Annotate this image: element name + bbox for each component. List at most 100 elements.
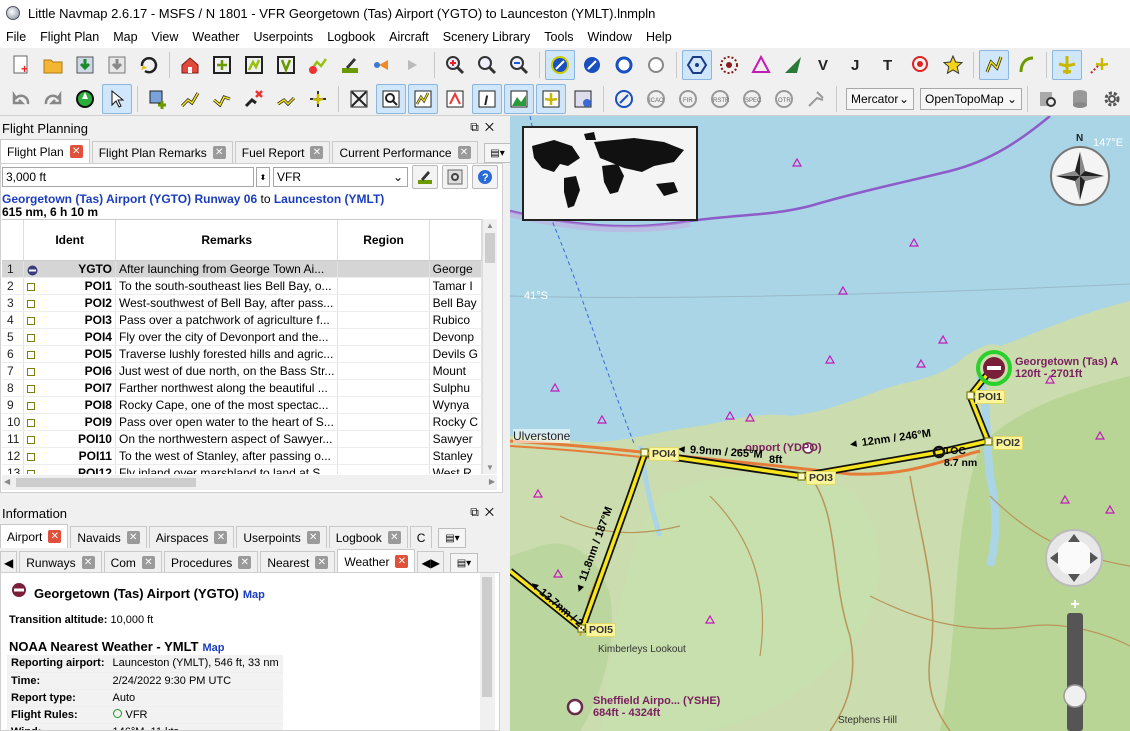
scrollbar-thumb[interactable] (482, 577, 492, 697)
column-header-remarks[interactable]: Remarks (115, 220, 339, 261)
show-ndb-icon[interactable] (714, 50, 744, 80)
show-airspaces-icon[interactable] (609, 84, 639, 114)
zoom-out-icon[interactable] (472, 50, 502, 80)
close-tab-icon[interactable]: ✕ (141, 556, 155, 569)
table-row[interactable]: 1 YGTO After launching from George Town Ai… (2, 260, 482, 278)
reload-icon[interactable] (134, 50, 164, 80)
airspace-other-icon[interactable]: OTR (769, 84, 799, 114)
show-missed-approach-icon[interactable] (1011, 50, 1041, 80)
airport-map-link[interactable]: Map (243, 589, 265, 601)
database-icon[interactable] (1065, 84, 1095, 114)
table-row[interactable]: 4 POI3 Pass over a patchwork of agricultur… (2, 311, 482, 329)
leg-down-icon[interactable] (207, 84, 237, 114)
compass-rose[interactable] (1050, 146, 1110, 206)
tab-menu-icon[interactable]: ▤▾ (483, 143, 512, 163)
show-aircraft-trail-icon[interactable] (1084, 50, 1114, 80)
save-as-icon[interactable] (102, 50, 132, 80)
back-icon[interactable] (367, 50, 397, 80)
menu-scenery-library[interactable]: Scenery Library (437, 30, 539, 44)
search-database-icon[interactable] (1033, 84, 1063, 114)
close-tab-icon[interactable]: ✕ (69, 145, 83, 158)
leg-up-icon[interactable] (175, 84, 205, 114)
table-row[interactable]: 9 POI8 Rocky Cape, one of the most spectac… (2, 396, 482, 414)
scrollbar-thumb[interactable] (485, 233, 495, 263)
menu-window[interactable]: Window (581, 30, 639, 44)
flight-plan-horizontal-scrollbar[interactable]: ◀ ▶ (2, 475, 497, 490)
open-folder-icon[interactable] (38, 50, 68, 80)
subtab-nav-arrows[interactable]: ◀▶ (417, 551, 444, 573)
table-row[interactable]: 10 POI9 Pass over open water to the heart … (2, 413, 482, 431)
airspace-fir-icon[interactable]: FIR (673, 84, 703, 114)
calc-route-icon[interactable] (271, 50, 301, 80)
close-tab-icon[interactable]: ✕ (81, 556, 95, 569)
close-tab-icon[interactable]: ✕ (457, 146, 471, 159)
information-dock-icon[interactable]: I (472, 83, 502, 114)
table-row[interactable]: 2 POI1 To the south-southeast lies Bell Ba… (2, 277, 482, 295)
flight-plan-vertical-scrollbar[interactable]: ▲ ▼ (482, 219, 497, 474)
show-addon-airports-icon[interactable] (641, 50, 671, 80)
add-waypoint-icon[interactable] (207, 50, 237, 80)
close-tab-icon[interactable]: ✕ (387, 531, 401, 544)
flight-rule-select[interactable]: VFR ⌄ (273, 167, 408, 187)
route-icon[interactable] (239, 50, 269, 80)
tab-airspaces[interactable]: Airspaces ✕ (148, 526, 235, 548)
gear-icon[interactable] (1097, 84, 1127, 114)
insert-waypoint-icon[interactable] (143, 84, 173, 114)
aircraft-dock-icon[interactable] (536, 83, 566, 114)
show-airports-icon[interactable] (545, 50, 575, 80)
menu-aircraft[interactable]: Aircraft (383, 30, 437, 44)
world-overview-map[interactable] (522, 126, 698, 221)
show-ils-icon[interactable] (778, 50, 808, 80)
close-tab-icon[interactable]: ✕ (214, 531, 228, 544)
menu-logbook[interactable]: Logbook (321, 30, 383, 44)
show-victor-airways-icon[interactable]: V (810, 50, 840, 80)
table-row[interactable]: 8 POI7 Farther northwest along the beautif… (2, 379, 482, 397)
tab-runways[interactable]: Runways ✕ (19, 551, 102, 573)
tab-airport[interactable]: Airport ✕ (0, 524, 69, 548)
zoom-fit-icon[interactable] (504, 50, 534, 80)
projection-select[interactable]: Mercator ⌄ (846, 87, 914, 110)
close-tab-icon[interactable]: ✕ (48, 530, 62, 543)
show-aircraft-icon[interactable] (1052, 50, 1082, 80)
zoom-in-icon[interactable] (440, 50, 470, 80)
table-row[interactable]: 3 POI2 West-southwest of Bell Bay, after p… (2, 294, 482, 312)
table-row[interactable]: 13 POI12 Fly inland over marshland to land… (2, 464, 482, 474)
plan-settings-icon[interactable] (442, 165, 468, 189)
delete-leg-icon[interactable] (239, 84, 269, 114)
airspace-icao-icon[interactable]: ICAO (641, 84, 671, 114)
airspace-altitude-icon[interactable] (801, 84, 831, 114)
fullscreen-icon[interactable] (344, 84, 374, 114)
direct-to-icon[interactable] (271, 84, 301, 114)
show-flight-plan-icon[interactable] (979, 50, 1009, 80)
close-tab-icon[interactable]: ✕ (315, 556, 329, 569)
search-icon[interactable] (376, 83, 406, 114)
show-jet-airways-icon[interactable]: J (842, 50, 872, 80)
tab-menu-icon[interactable]: ▤▾ (449, 553, 478, 573)
edit-altitude-icon[interactable] (412, 165, 438, 189)
tab-flight-plan[interactable]: Flight Plan ✕ (0, 139, 90, 163)
tab-userpoints[interactable]: Userpoints ✕ (236, 526, 327, 548)
column-header-region[interactable]: Region (337, 220, 430, 261)
column-header-ident[interactable]: Ident (23, 220, 116, 261)
close-tab-icon[interactable]: ✕ (126, 531, 140, 544)
calculate-icon[interactable] (440, 84, 470, 114)
forward-icon[interactable] (399, 50, 429, 80)
menu-weather[interactable]: Weather (186, 30, 247, 44)
column-header-name[interactable] (429, 220, 482, 261)
table-row[interactable]: 11 POI10 On the northwestern aspect of Saw… (2, 430, 482, 448)
dock-window-buttons[interactable]: ⧉✕ (470, 505, 500, 520)
tab-navaids[interactable]: Navaids ✕ (70, 526, 147, 548)
scrollbar-thumb[interactable] (16, 478, 196, 487)
menu-map[interactable]: Map (107, 30, 145, 44)
plane-center-icon[interactable] (303, 84, 333, 114)
noaa-map-link[interactable]: Map (203, 642, 225, 654)
tab-menu-icon[interactable]: ▤▾ (438, 528, 467, 548)
tab-current-performance[interactable]: Current Performance ✕ (332, 141, 478, 163)
show-vor-icon[interactable] (682, 50, 712, 80)
elevation-profile-icon[interactable] (504, 83, 534, 114)
flight-plan-table[interactable]: Ident Remarks Region 1 YGTO After launchin… (2, 219, 482, 474)
map-theme-select[interactable]: OpenTopoMap ⌄ (920, 87, 1022, 110)
route-to-link[interactable]: Launceston (YMLT) (274, 192, 384, 206)
menu-flight-plan[interactable]: Flight Plan (34, 30, 107, 44)
close-tab-icon[interactable]: ✕ (310, 146, 324, 159)
